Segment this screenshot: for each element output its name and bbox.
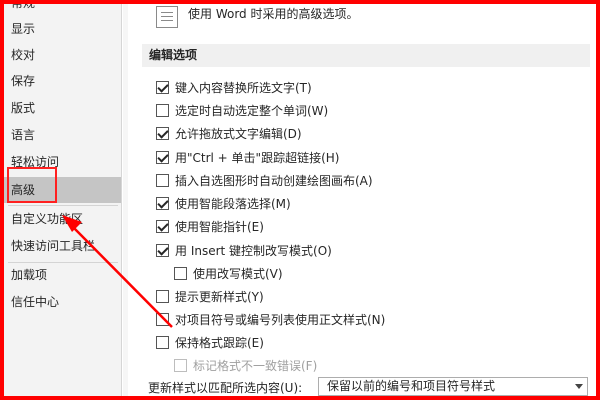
option-label: 插入自选图形时自动创建绘图画布(A) (175, 173, 373, 188)
checkbox[interactable] (156, 80, 169, 94)
option-label: 键入内容替换所选文字(T) (175, 80, 312, 95)
option-label: 提示更新样式(Y) (175, 289, 264, 304)
option-label: 保持格式跟踪(E) (175, 335, 264, 350)
document-options-icon (156, 6, 178, 28)
checkbox (174, 358, 187, 372)
option-drag-and-drop[interactable]: 允许拖放式文字编辑(D) (156, 123, 302, 143)
checkbox[interactable] (156, 196, 169, 210)
chevron-down-icon[interactable] (575, 384, 583, 389)
dropdown-value: 保留以前的编号和项目符号样式 (327, 379, 496, 393)
sidebar-item-general[interactable]: 常规 (4, 4, 121, 16)
sidebar-item-quick-access-toolbar[interactable]: 快速访问工具栏 (4, 233, 121, 259)
checkbox[interactable] (156, 335, 169, 349)
option-select-entire-word[interactable]: 选定时自动选定整个单词(W) (156, 100, 328, 120)
option-auto-drawing-canvas[interactable]: 插入自选图形时自动创建绘图画布(A) (156, 170, 373, 190)
sidebar-item-proofing[interactable]: 校对 (4, 42, 121, 68)
option-label: 允许拖放式文字编辑(D) (175, 126, 302, 141)
option-mark-formatting-inconsistencies: 标记格式不一致错误(F) (174, 355, 317, 375)
checkbox[interactable] (156, 103, 169, 117)
option-label: 用 Insert 键控制改写模式(O) (175, 243, 332, 258)
checkbox[interactable] (156, 150, 169, 164)
option-prompt-update-style[interactable]: 提示更新样式(Y) (156, 286, 264, 306)
option-insert-key-overtype[interactable]: 用 Insert 键控制改写模式(O) (156, 240, 332, 260)
option-use-overtype[interactable]: 使用改写模式(V) (174, 263, 283, 283)
checkbox[interactable] (156, 289, 169, 303)
section-editing-options: 编辑选项 (142, 44, 590, 67)
option-typing-replaces-selection[interactable]: 键入内容替换所选文字(T) (156, 77, 312, 97)
checkbox[interactable] (174, 266, 187, 280)
sidebar-item-typography[interactable]: 版式 (4, 95, 121, 121)
option-label: 使用智能段落选择(M) (175, 196, 291, 211)
update-style-dropdown[interactable]: 保留以前的编号和项目符号样式 (318, 377, 588, 396)
sidebar-item-customize-ribbon[interactable]: 自定义功能区 (4, 206, 121, 232)
option-label: 使用改写模式(V) (193, 266, 283, 281)
option-normal-style-lists[interactable]: 对项目符号或编号列表使用正文样式(N) (156, 309, 385, 329)
option-smart-cursoring[interactable]: 使用智能指针(E) (156, 216, 264, 236)
sidebar-item-add-ins[interactable]: 加载项 (4, 262, 121, 288)
option-ctrl-click-hyperlink[interactable]: 用"Ctrl + 单击"跟踪超链接(H) (156, 147, 339, 167)
checkbox[interactable] (156, 173, 169, 187)
option-label: 使用智能指针(E) (175, 219, 264, 234)
checkbox[interactable] (156, 243, 169, 257)
panel-description: 使用 Word 时采用的高级选项。 (188, 7, 359, 21)
option-smart-paragraph-selection[interactable]: 使用智能段落选择(M) (156, 193, 291, 213)
checkbox[interactable] (156, 219, 169, 233)
option-label: 选定时自动选定整个单词(W) (175, 103, 329, 118)
option-label: 对项目符号或编号列表使用正文样式(N) (175, 312, 386, 327)
update-style-label: 更新样式以匹配所选内容(U): (148, 381, 303, 395)
option-label: 标记格式不一致错误(F) (193, 358, 318, 373)
sidebar-item-save[interactable]: 保存 (4, 68, 121, 94)
advanced-options-panel: 使用 Word 时采用的高级选项。 编辑选项 键入内容替换所选文字(T) 选定时… (128, 4, 596, 396)
sidebar-item-trust-center[interactable]: 信任中心 (4, 289, 121, 315)
sidebar-item-language[interactable]: 语言 (4, 122, 121, 148)
option-label: 用"Ctrl + 单击"跟踪超链接(H) (175, 150, 340, 165)
checkbox[interactable] (156, 312, 169, 326)
annotation-highlight-box (7, 167, 57, 203)
checkbox[interactable] (156, 126, 169, 140)
option-keep-track-formatting[interactable]: 保持格式跟踪(E) (156, 332, 264, 352)
sidebar-item-display[interactable]: 显示 (4, 16, 121, 42)
